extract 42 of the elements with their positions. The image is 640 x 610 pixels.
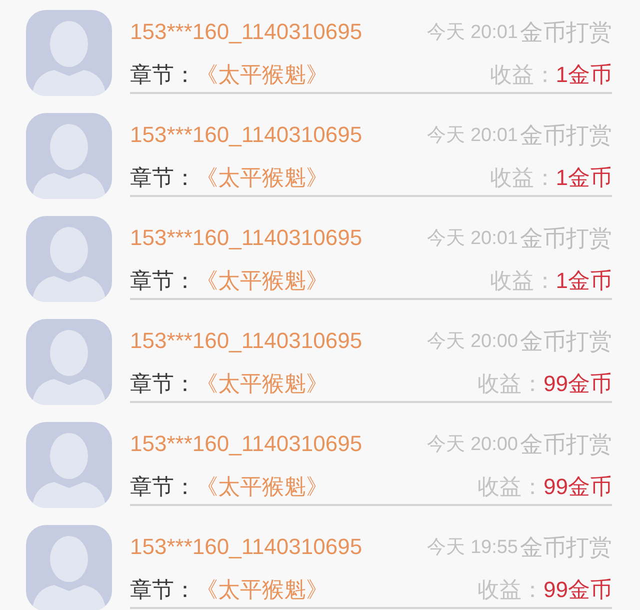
avatar-icon: [26, 319, 112, 405]
chapter-title: 《太平猴魁》: [196, 473, 328, 501]
reward-time: 今天 20:01: [427, 21, 518, 45]
chapter-label: 章节：: [130, 473, 196, 501]
chapter-label: 章节：: [130, 164, 196, 192]
income-amount: 99金币: [544, 370, 612, 398]
chapter-label: 章节：: [130, 61, 196, 89]
chapter-title: 《太平猴魁》: [196, 576, 328, 604]
reward-time: 今天 20:01: [427, 227, 518, 251]
reward-type: 金币打赏: [520, 326, 612, 356]
reward-type: 金币打赏: [520, 120, 612, 150]
chapter-title: 《太平猴魁》: [196, 164, 328, 192]
chapter-title: 《太平猴魁》: [196, 267, 328, 295]
chapter-label: 章节：: [130, 267, 196, 295]
reward-time: 今天 19:55: [427, 536, 518, 560]
user-name: 153***160_1140310695: [130, 225, 362, 251]
chapter-title: 《太平猴魁》: [196, 370, 328, 398]
chapter-label: 章节：: [130, 576, 196, 604]
avatar-icon: [26, 216, 112, 302]
reward-type: 金币打赏: [520, 224, 612, 252]
reward-type: 金币打赏: [520, 430, 612, 458]
chapter-title: 《太平猴魁》: [196, 61, 328, 89]
user-name: 153***160_1140310695: [130, 122, 362, 148]
chapter-label: 章节：: [130, 370, 196, 398]
income-amount: 1金币: [556, 61, 612, 89]
user-name: 153***160_1140310695: [130, 534, 362, 560]
avatar-icon: [26, 113, 112, 199]
income-amount: 99金币: [544, 473, 612, 501]
reward-type: 金币打赏: [520, 18, 612, 46]
reward-time: 今天 20:00: [427, 433, 518, 457]
user-name: 153***160_1140310695: [130, 431, 362, 457]
income-amount: 99金币: [544, 576, 612, 604]
avatar-icon: [26, 422, 112, 508]
reward-type: 金币打赏: [520, 532, 612, 562]
avatar-icon: [26, 525, 112, 610]
reward-time: 今天 20:00: [427, 330, 518, 354]
income-amount: 1金币: [556, 164, 612, 192]
reward-time: 今天 20:01: [427, 124, 518, 148]
user-name: 153***160_1140310695: [130, 328, 362, 354]
income-amount: 1金币: [556, 267, 612, 295]
avatar-icon: [26, 10, 112, 96]
user-name: 153***160_1140310695: [130, 19, 362, 45]
